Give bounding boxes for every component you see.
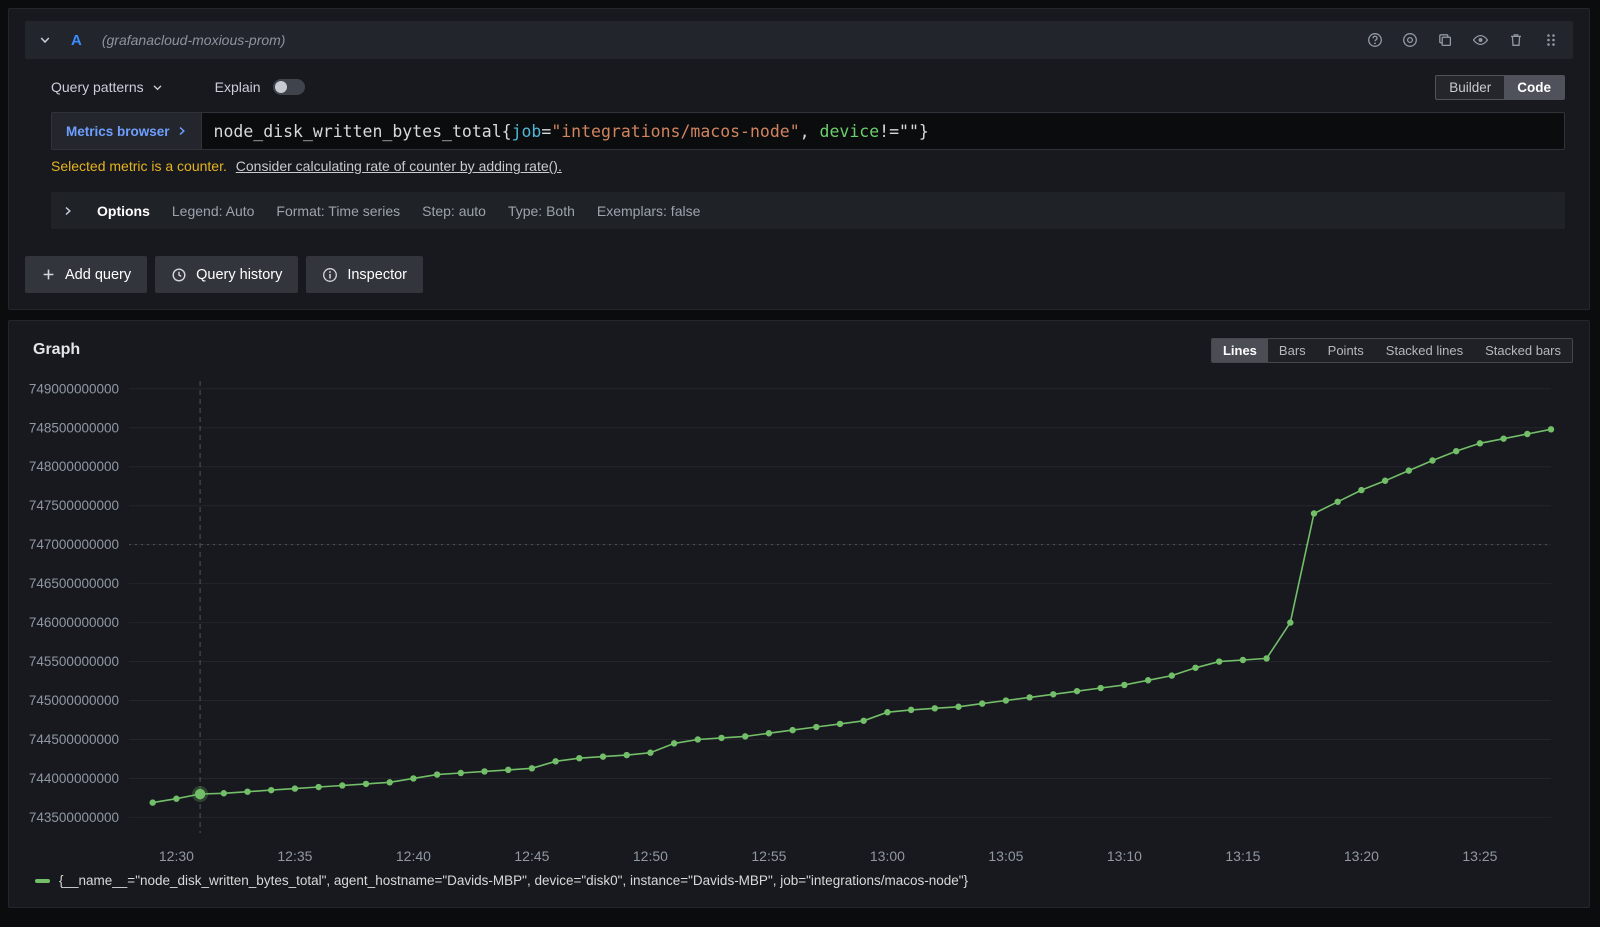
explain-label: Explain [215,79,261,95]
counter-warning-text: Selected metric is a counter. [51,158,227,174]
toggle-visibility-icon[interactable] [1472,32,1489,48]
series-legend-label: {__name__="node_disk_written_bytes_total… [59,873,968,888]
query-expression-segment: } [919,122,929,141]
datasource-name: (grafanacloud-moxious-prom) [102,32,286,48]
chevron-down-icon [152,82,163,93]
svg-text:13:15: 13:15 [1225,848,1260,864]
svg-text:13:20: 13:20 [1344,848,1379,864]
viz-mode-lines[interactable]: Lines [1212,339,1268,362]
options-chevron-right-icon [63,205,73,217]
editor-mode-group: Builder Code [1435,75,1565,100]
graph-panel-header: Graph LinesBarsPointsStacked linesStacke… [9,321,1589,365]
svg-text:748000000000: 748000000000 [29,459,119,474]
option-format: Format: Time series [276,203,400,219]
svg-text:745500000000: 745500000000 [29,654,119,669]
drag-handle-icon[interactable] [1543,32,1559,48]
query-expression-segment: != [879,122,899,141]
query-expression-segment: job [512,122,542,141]
inspector-button[interactable]: Inspector [306,256,423,293]
svg-text:12:55: 12:55 [751,848,786,864]
query-patterns-label: Query patterns [51,79,144,95]
svg-text:743500000000: 743500000000 [29,810,119,825]
plus-icon [41,267,56,282]
panel-title: Graph [33,341,80,359]
svg-text:13:00: 13:00 [870,848,905,864]
explain-control: Explain [215,79,305,95]
svg-text:12:40: 12:40 [396,848,431,864]
svg-text:12:45: 12:45 [514,848,549,864]
svg-text:747500000000: 747500000000 [29,498,119,513]
explain-toggle[interactable] [273,79,305,95]
query-toolbar: Query patterns Explain Builder Code [51,74,1565,100]
query-row-header[interactable]: A (grafanacloud-moxious-prom) [25,21,1573,59]
query-header-actions [1367,32,1559,48]
svg-text:745000000000: 745000000000 [29,693,119,708]
option-step: Step: auto [422,203,486,219]
svg-text:746500000000: 746500000000 [29,576,119,591]
option-type: Type: Both [508,203,575,219]
query-expression-segment: , [800,122,820,141]
svg-text:744500000000: 744500000000 [29,732,119,747]
series-color-marker [35,879,50,883]
svg-text:749000000000: 749000000000 [29,381,119,396]
circle-icon[interactable] [1402,32,1418,48]
svg-text:748500000000: 748500000000 [29,420,119,435]
viz-mode-points[interactable]: Points [1317,339,1375,362]
series-legend[interactable]: {__name__="node_disk_written_bytes_total… [35,873,1589,888]
svg-text:12:50: 12:50 [633,848,668,864]
time-series-chart[interactable]: 749000000000 748500000000 748000000000 7475… [17,367,1577,873]
inspector-label: Inspector [347,267,407,283]
query-expression-segment: "" [899,122,919,141]
query-patterns-dropdown[interactable]: Query patterns [51,79,163,95]
viz-mode-stacked-lines[interactable]: Stacked lines [1375,339,1474,362]
svg-text:12:30: 12:30 [159,848,194,864]
svg-text:744000000000: 744000000000 [29,771,119,786]
query-history-label: Query history [196,267,282,283]
query-expression-segment: node_disk_written_bytes_total{ [214,122,512,141]
viz-mode-stacked-bars[interactable]: Stacked bars [1474,339,1572,362]
viz-mode-bars[interactable]: Bars [1268,339,1317,362]
query-editor-panel: A (grafanacloud-moxious-prom) [8,8,1590,310]
svg-text:746000000000: 746000000000 [29,615,119,630]
metrics-browser-label: Metrics browser [66,124,170,139]
viz-mode-group: LinesBarsPointsStacked linesStacked bars [1211,338,1573,363]
add-query-label: Add query [65,267,131,283]
svg-text:747000000000: 747000000000 [29,537,119,552]
query-ref-id: A [71,32,82,49]
svg-text:13:25: 13:25 [1462,848,1497,864]
query-expression-segment: = [541,122,551,141]
query-expression-segment: "integrations/macos-node" [551,122,799,141]
builder-mode-button[interactable]: Builder [1436,76,1504,99]
option-legend: Legend: Auto [172,203,255,219]
query-input-row: Metrics browser node_disk_written_bytes_… [51,112,1565,150]
query-expression-input[interactable]: node_disk_written_bytes_total{job="integ… [201,112,1565,150]
duplicate-query-icon[interactable] [1437,32,1453,48]
query-history-button[interactable]: Query history [155,256,298,293]
query-actions-row: Add query Query history Inspector [25,256,1573,293]
counter-warning-row: Selected metric is a counter. Consider c… [51,158,1565,179]
metrics-browser-button[interactable]: Metrics browser [51,112,201,150]
options-label: Options [97,203,150,219]
svg-text:13:05: 13:05 [988,848,1023,864]
history-icon [171,267,187,283]
delete-query-icon[interactable] [1508,32,1524,48]
chevron-right-icon [177,125,187,137]
collapse-chevron-icon[interactable] [39,34,51,46]
info-icon [322,267,338,283]
query-editor-body: Query patterns Explain Builder Code Metr… [25,74,1573,229]
query-expression-segment: device [820,122,880,141]
option-exemplars: Exemplars: false [597,203,700,219]
code-mode-button[interactable]: Code [1504,76,1564,99]
svg-text:13:10: 13:10 [1107,848,1142,864]
help-icon[interactable] [1367,32,1383,48]
options-bar[interactable]: Options Legend: Auto Format: Time series… [51,192,1565,229]
toggle-knob [275,81,287,93]
query-expression: node_disk_written_bytes_total{job="integ… [214,122,929,141]
add-query-button[interactable]: Add query [25,256,147,293]
rate-hint-link[interactable]: Consider calculating rate of counter by … [236,158,562,174]
graph-panel: Graph LinesBarsPointsStacked linesStacke… [8,320,1590,908]
svg-text:12:35: 12:35 [277,848,312,864]
